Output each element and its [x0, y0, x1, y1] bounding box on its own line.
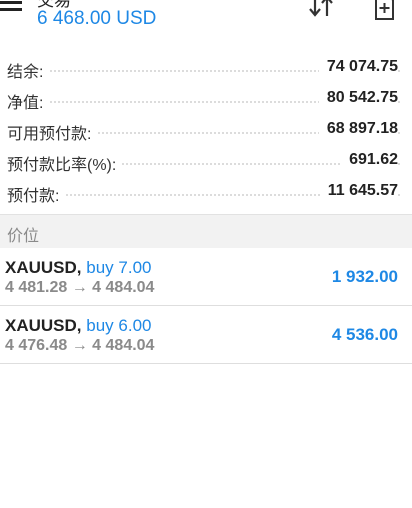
account-summary: 结余: 74 074.75 净值: 80 542.75 可用预付款: 68 89…	[0, 53, 412, 208]
position-row[interactable]: XAUUSD, buy 7.00 4 481.28 → 4 484.04 1 9…	[0, 248, 412, 306]
summary-row-balance: 结余: 74 074.75	[0, 53, 412, 84]
summary-label: 可用预付款:	[7, 120, 98, 144]
summary-label: 预付款比率(%):	[7, 151, 123, 175]
summary-value: 691.62	[341, 151, 398, 169]
position-separator: ,	[76, 258, 82, 277]
top-bar: 交易 6 468.00 USD	[0, 0, 412, 44]
position-profit: 1 932.00	[331, 267, 398, 286]
sort-arrows-icon[interactable]	[306, 0, 338, 20]
summary-label: 净值:	[7, 89, 50, 113]
summary-row-equity: 净值: 80 542.75	[0, 84, 412, 115]
section-label: 价位	[7, 228, 40, 245]
position-row[interactable]: XAUUSD, buy 6.00 4 476.48 → 4 484.04 4 5…	[0, 306, 412, 364]
summary-value: 80 542.75	[318, 89, 398, 107]
summary-label: 预付款:	[7, 182, 66, 206]
summary-label: 结余:	[7, 58, 50, 82]
summary-row-free-margin: 可用预付款: 68 897.18	[0, 115, 412, 146]
position-side-volume: buy 7.00	[86, 258, 152, 277]
position-symbol: XAUUSD	[5, 316, 77, 335]
summary-row-margin-level: 预付款比率(%): 691.62	[0, 146, 412, 177]
position-title: XAUUSD, buy 6.00	[5, 316, 152, 336]
position-title: XAUUSD, buy 7.00	[5, 258, 152, 278]
summary-value: 74 074.75	[318, 58, 398, 76]
position-prices: 4 476.48 → 4 484.04	[5, 337, 155, 354]
summary-value: 68 897.18	[318, 120, 398, 138]
balance-subtitle: 6 468.00 USD	[37, 8, 157, 29]
summary-row-margin: 预付款: 11 645.57	[0, 177, 412, 208]
position-profit: 4 536.00	[331, 325, 398, 344]
hamburger-menu-icon[interactable]	[0, 0, 26, 14]
position-side-volume: buy 6.00	[86, 316, 152, 335]
position-separator: ,	[76, 316, 82, 335]
position-symbol: XAUUSD	[5, 258, 77, 277]
new-order-icon[interactable]	[370, 0, 398, 22]
position-prices: 4 481.28 → 4 484.04	[5, 279, 155, 296]
positions-section-header: 价位	[0, 214, 412, 249]
summary-value: 11 645.57	[319, 182, 398, 200]
